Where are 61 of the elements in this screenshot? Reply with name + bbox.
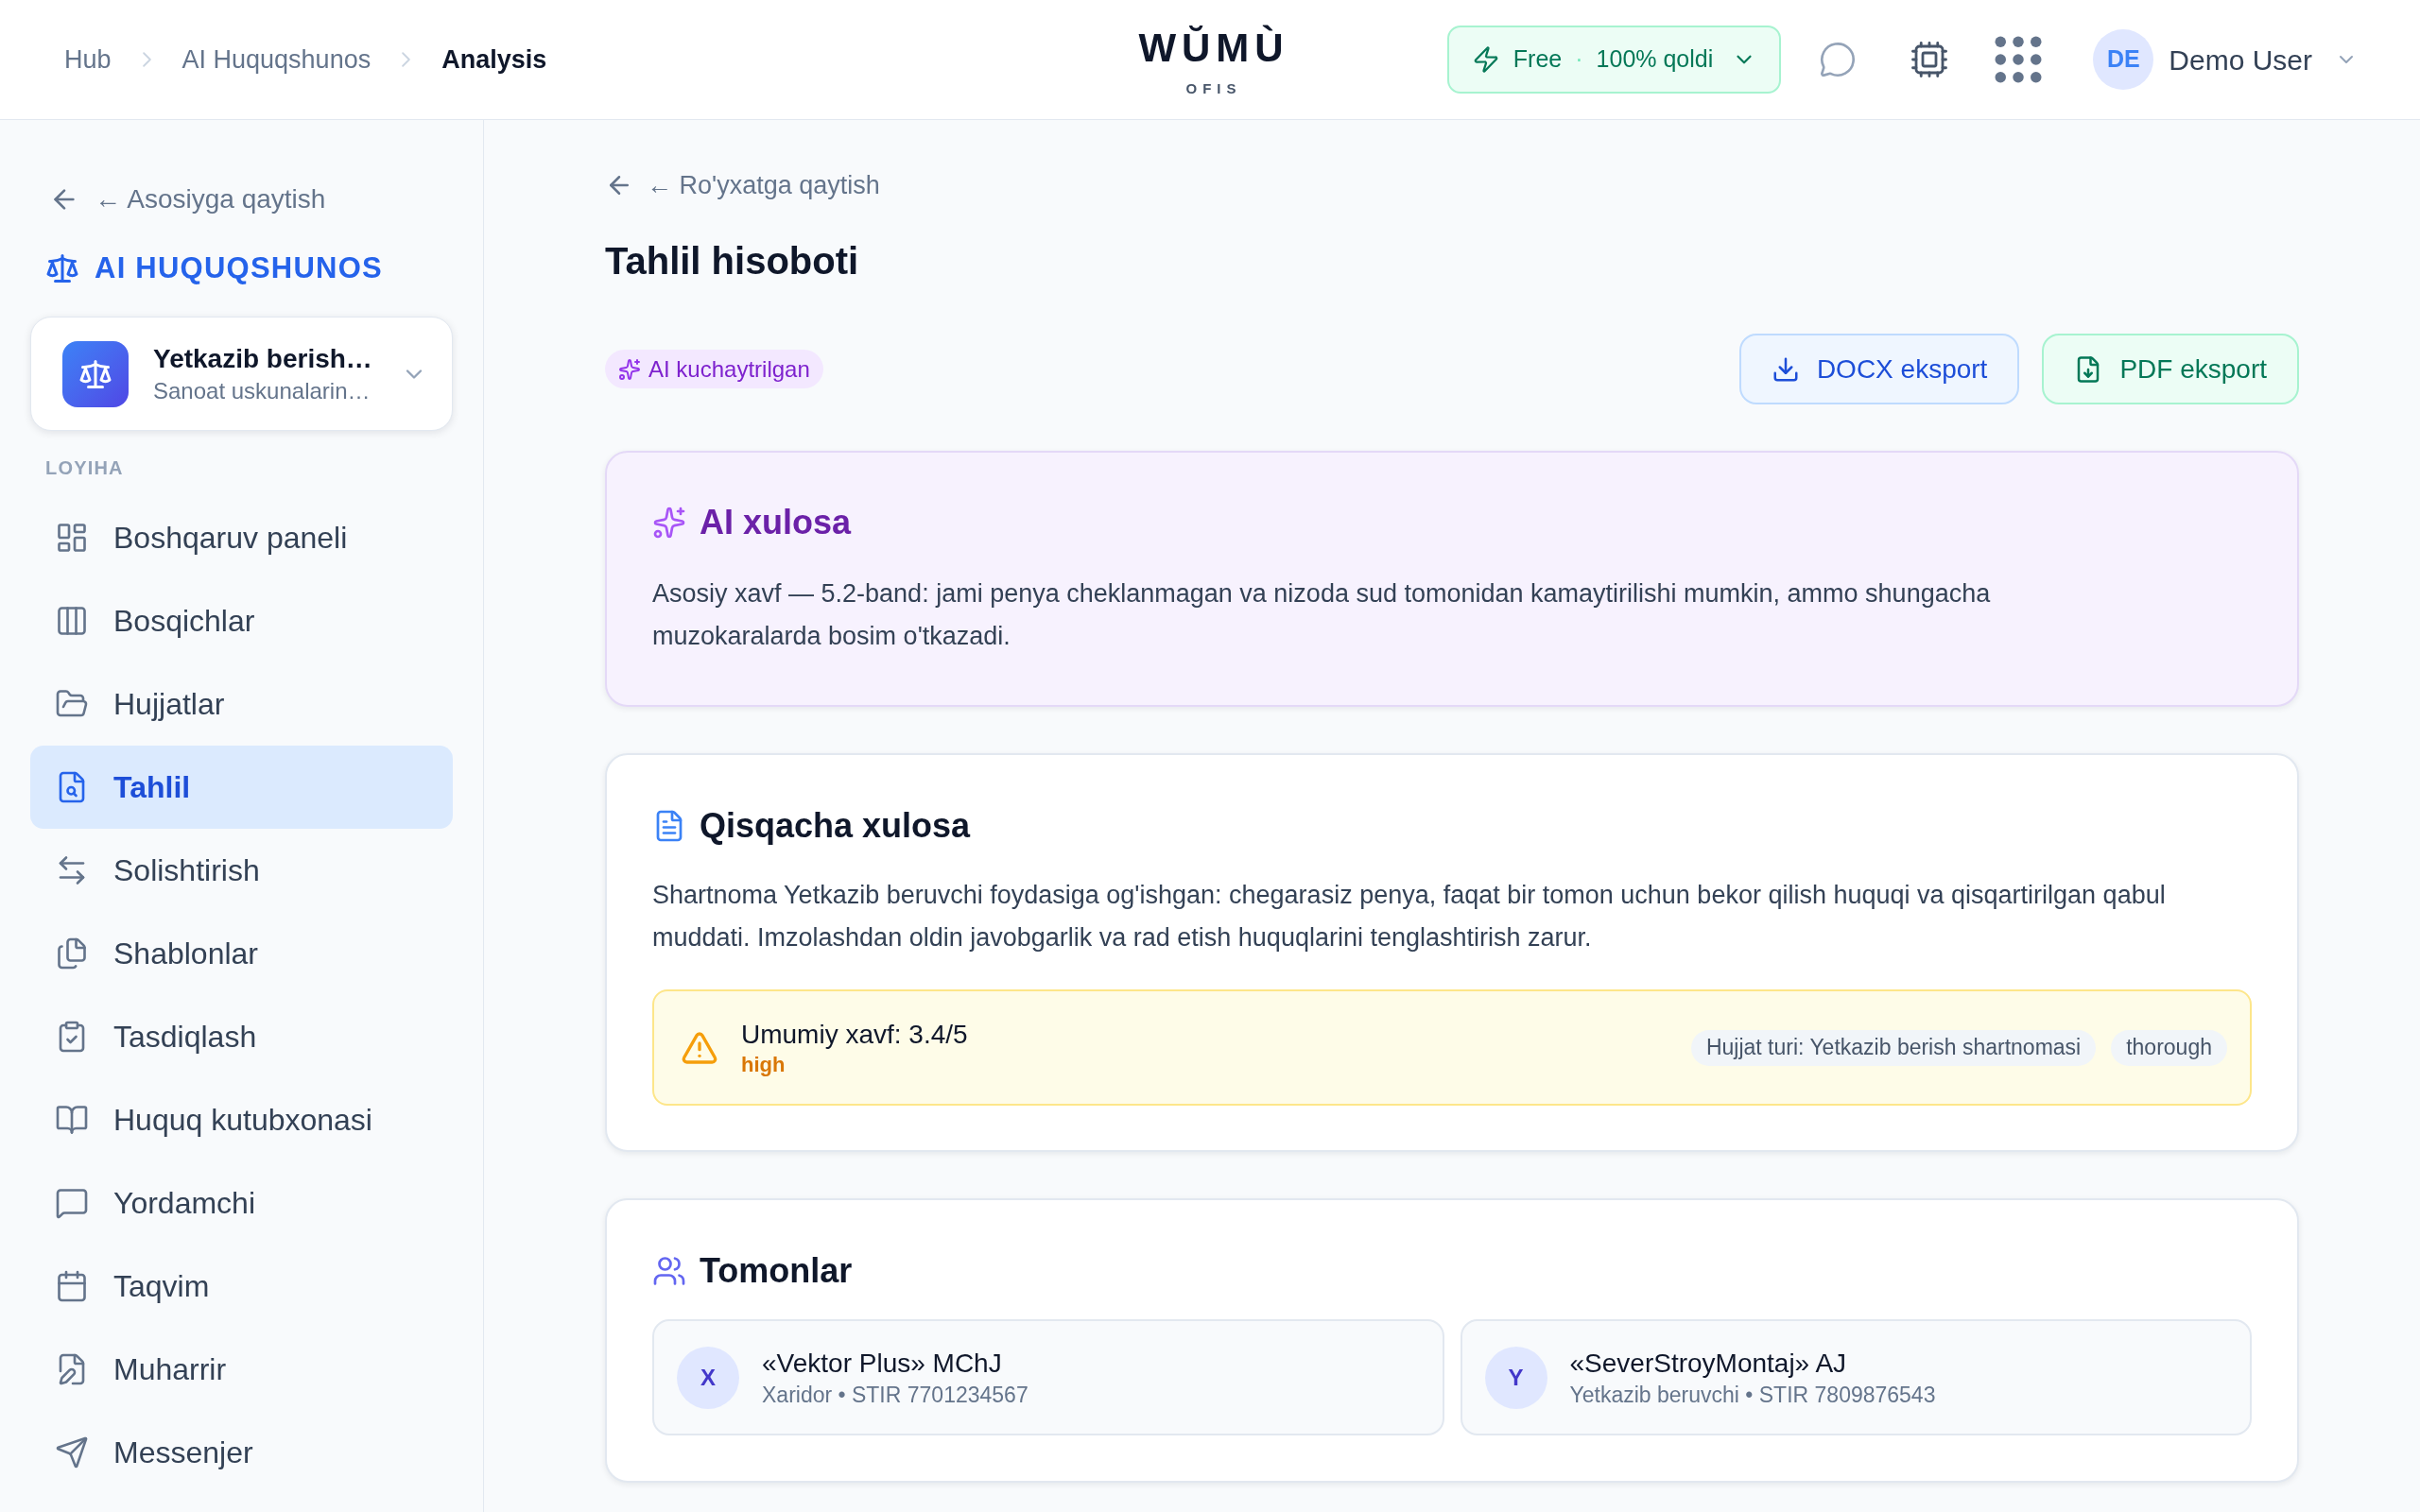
chip-icon[interactable] bbox=[1910, 40, 1950, 79]
files-icon bbox=[55, 936, 89, 971]
apps-grid-icon[interactable] bbox=[1995, 36, 2043, 83]
plan-button[interactable]: Free · 100% qoldi bbox=[1446, 26, 1782, 94]
logo-tagline: OFIS bbox=[1184, 79, 1242, 98]
card-text: Asosiy xavf — 5.2-band: jami penya cheklanmagan va nizoda sud tomonidan kamaytirilishi mumkin, ammo shungacha muzokaralarda bosim o'tkazadi. bbox=[652, 578, 1992, 652]
sidebar-item[interactable]: Hujjatlar bbox=[30, 662, 453, 746]
page-title: Tahlil hisoboti bbox=[605, 239, 859, 284]
back-link[interactable]: ← Ro'yxatga qaytish bbox=[605, 166, 880, 204]
party-name: «Vektor Plus» MChJ bbox=[762, 1347, 1002, 1380]
sidebar-item[interactable]: Bosqichlar bbox=[30, 579, 453, 662]
user-avatar: DE bbox=[2093, 29, 2154, 90]
chevron-right-icon bbox=[142, 52, 151, 67]
send-icon bbox=[55, 1435, 89, 1469]
sidebar-item[interactable]: Muharrir bbox=[30, 1328, 453, 1411]
logo-wordmark: WŬMÙ bbox=[1137, 26, 1289, 70]
party-avatar: Y bbox=[1484, 1346, 1547, 1409]
section-title: AI HUQUQSHUNOS bbox=[95, 250, 383, 286]
chat-icon bbox=[55, 1186, 89, 1220]
party-name: «SeverStroyMontaj» AJ bbox=[1569, 1347, 1847, 1380]
scale-icon bbox=[62, 340, 129, 407]
sidebar-item[interactable]: Boshqaruv paneli bbox=[30, 496, 453, 579]
back-link[interactable]: ← Asosiyga qaytish bbox=[49, 180, 453, 218]
card-title: Qisqacha xulosa bbox=[700, 805, 971, 847]
sparkles-icon bbox=[618, 357, 641, 381]
group-label: LOYIHA bbox=[45, 456, 124, 480]
sparkles-icon bbox=[652, 506, 686, 540]
breadcrumb-link[interactable]: Analysis bbox=[441, 40, 547, 79]
sidebar-item[interactable]: Messenjer bbox=[30, 1411, 453, 1494]
party-avatar: X bbox=[677, 1346, 739, 1409]
docx-export-button[interactable]: DOCX eksport bbox=[1738, 334, 2020, 404]
card-title: AI xulosa bbox=[700, 502, 852, 543]
sidebar-item[interactable]: Shablonlar bbox=[30, 912, 453, 995]
columns-icon bbox=[55, 604, 89, 638]
sidebar-item[interactable]: Solishtirish bbox=[30, 829, 453, 912]
calendar-icon bbox=[55, 1269, 89, 1303]
scale-icon bbox=[45, 251, 79, 285]
chat-icon[interactable] bbox=[1819, 41, 1858, 78]
sidebar-item[interactable]: Tahlil bbox=[30, 746, 453, 829]
book-icon bbox=[55, 1103, 89, 1137]
risk-score: Umumiy xavf: 3.4/5 bbox=[741, 1018, 968, 1051]
party-details: Xaridor • STIR 7701234567 bbox=[762, 1381, 1028, 1409]
users-icon bbox=[652, 1254, 686, 1288]
sidebar-item[interactable]: Tasdiqlash bbox=[30, 995, 453, 1078]
card-title: Tomonlar bbox=[700, 1250, 853, 1292]
sidebar-item[interactable]: Taqvim bbox=[30, 1245, 453, 1328]
tag: thorough bbox=[2111, 1029, 2227, 1066]
sidebar-item[interactable]: Yordamchi bbox=[30, 1161, 453, 1245]
chevron-right-icon bbox=[402, 52, 411, 67]
badge-label: AI kuchaytrilgan bbox=[648, 354, 810, 384]
dashboard-icon bbox=[55, 521, 89, 555]
sidebar-item[interactable]: Huquq kutubxonasi bbox=[30, 1078, 453, 1161]
breadcrumb-link[interactable]: Hub bbox=[64, 40, 112, 79]
pdf-export-button[interactable]: PDF eksport bbox=[2042, 334, 2299, 404]
breadcrumb-link[interactable]: AI Huquqshunos bbox=[182, 40, 372, 79]
user-menu[interactable]: DE Demo User bbox=[2093, 29, 2358, 90]
tag: Hujjat turi: Yetkazib berish shartnomasi bbox=[1690, 1029, 2097, 1066]
project-selector[interactable]: Yetkazib berish… Sanoat uskunalarin… bbox=[30, 317, 453, 431]
card-text: Shartnoma Yetkazib beruvchi foydasiga og'ishgan: chegarasiz penya, faqat bir tomon uchun bekor qilish huquqi va qisqartirilgan qabul muddati. Imzolashdan oldin javobgarlik va rad etish huquqlarini tenglashtirish zarur. bbox=[652, 880, 2167, 954]
party-details: Yetkazib beruvchi • STIR 7809876543 bbox=[1569, 1381, 1936, 1409]
risk-level: high bbox=[741, 1051, 786, 1078]
